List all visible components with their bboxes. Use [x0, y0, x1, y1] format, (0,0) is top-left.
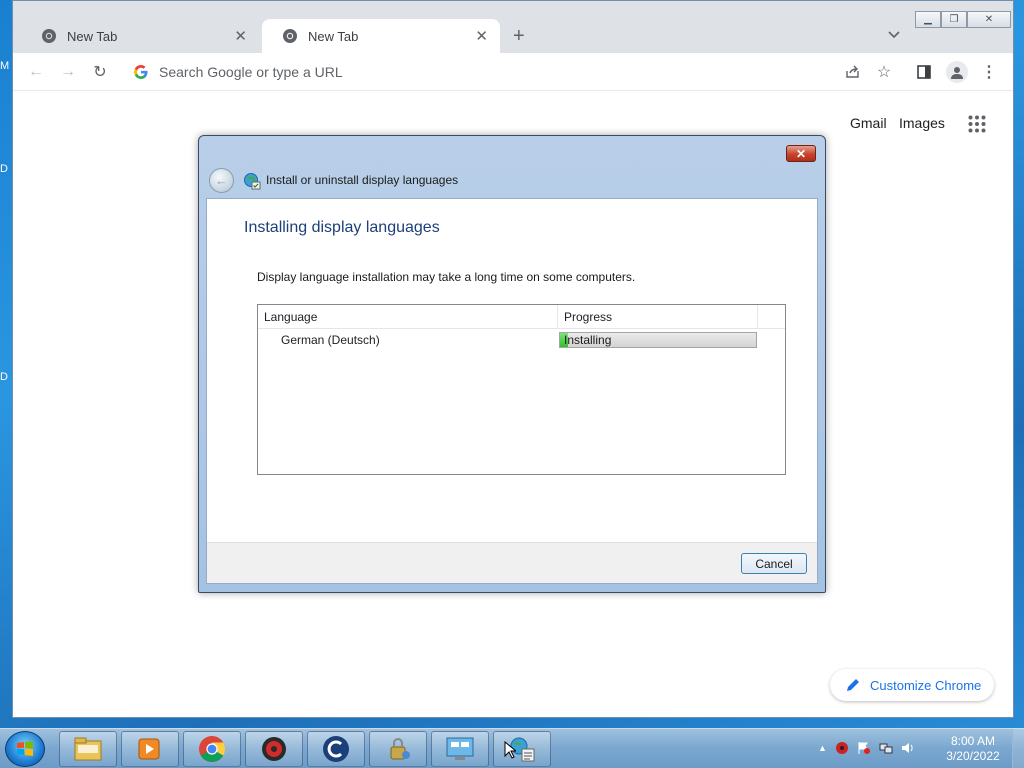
lock-users-icon — [390, 738, 410, 760]
dialog-footer: Cancel — [207, 542, 817, 583]
dialog-heading: Installing display languages — [244, 219, 440, 236]
language-name: German (Deutsch) — [281, 333, 380, 347]
desktop-icon-edge: M — [0, 60, 10, 72]
tab-close-icon[interactable]: ✕ — [475, 27, 488, 45]
volume-icon[interactable] — [901, 741, 915, 755]
back-arrow-icon[interactable]: ← — [209, 168, 234, 193]
tab-new-tab-2[interactable]: New Tab ✕ — [262, 19, 500, 53]
clock-time: 8:00 AM — [950, 734, 996, 748]
cancel-button[interactable]: Cancel — [741, 553, 807, 574]
taskbar-user-accounts[interactable] — [369, 731, 427, 767]
system-clock[interactable]: 8:00 AM 3/20/2022 — [940, 734, 1006, 764]
window-controls: ▁ ❐ ✕ — [915, 11, 1011, 28]
google-apps-icon[interactable] — [968, 115, 986, 133]
network-icon[interactable] — [879, 741, 893, 755]
customize-chrome-label: Customize Chrome — [870, 677, 982, 693]
browser-toolbar: ← → ↻ Search Google or type a URL ☆ ⋮ — [13, 53, 1013, 91]
omnibox[interactable]: Search Google or type a URL — [123, 57, 883, 87]
dialog-close-button[interactable]: ✕ — [786, 145, 816, 162]
side-panel-icon[interactable] — [915, 63, 933, 81]
kebab-menu-icon[interactable]: ⋮ — [980, 63, 998, 81]
progress-status: Installing — [564, 333, 612, 347]
shield-gear-icon — [262, 737, 286, 761]
tab-title: New Tab — [308, 28, 359, 44]
images-link[interactable]: Images — [899, 115, 945, 131]
show-desktop-button[interactable] — [1012, 729, 1024, 768]
start-button[interactable] — [5, 731, 45, 767]
tab-search-chevron-icon[interactable] — [887, 28, 901, 42]
control-panel-icon — [446, 737, 474, 760]
new-tab-button[interactable]: + — [513, 25, 525, 47]
profile-avatar-icon[interactable] — [946, 61, 968, 83]
column-header-language[interactable]: Language — [258, 305, 558, 328]
progress-cell: Installing — [558, 331, 758, 349]
customize-chrome-button[interactable]: Customize Chrome — [830, 669, 994, 701]
reload-icon[interactable]: ↻ — [89, 61, 111, 83]
chrome-icon — [199, 736, 226, 763]
chrome-favicon-icon — [283, 29, 297, 43]
list-header: Language Progress — [258, 305, 785, 329]
chrome-favicon-icon — [42, 29, 56, 43]
language-globe-icon — [244, 173, 261, 190]
desktop-icon-edge: D — [0, 163, 8, 175]
taskbar-network-tasks[interactable] — [493, 731, 551, 767]
dialog-description: Display language installation may take a… — [257, 270, 636, 284]
folder-icon — [74, 737, 102, 761]
desktop-icon-edge: D — [0, 371, 8, 383]
minimize-button[interactable]: ▁ — [915, 11, 941, 28]
language-list: Language Progress German (Deutsch) Insta… — [257, 304, 786, 475]
progress-bar: Installing — [559, 332, 757, 348]
taskbar-file-explorer[interactable] — [59, 731, 117, 767]
windows-logo-icon — [17, 741, 33, 756]
restore-button[interactable]: ❐ — [941, 11, 967, 28]
tab-title: New Tab — [67, 28, 118, 44]
security-tray-icon[interactable] — [835, 741, 849, 755]
column-header-progress[interactable]: Progress — [558, 305, 758, 328]
list-item[interactable]: German (Deutsch) Installing — [258, 329, 785, 351]
system-tray: ▲ — [818, 741, 915, 755]
dialog-window-title: Install or uninstall display languages — [266, 173, 459, 187]
taskbar-media-player[interactable] — [121, 731, 179, 767]
google-g-icon — [134, 65, 148, 79]
dialog-content: Installing display languages Display lan… — [206, 198, 818, 584]
bookmark-star-icon[interactable]: ☆ — [875, 63, 893, 81]
media-player-icon — [138, 738, 160, 760]
share-icon[interactable] — [844, 63, 862, 81]
clock-date: 3/20/2022 — [946, 749, 1000, 763]
omnibox-placeholder: Search Google or type a URL — [159, 64, 343, 80]
action-center-flag-icon[interactable] — [857, 741, 871, 755]
window-close-button[interactable]: ✕ — [967, 11, 1011, 28]
tab-close-icon[interactable]: ✕ — [234, 27, 247, 45]
taskbar-chrome[interactable] — [183, 731, 241, 767]
back-arrow-icon[interactable]: ← — [25, 61, 47, 83]
taskbar-security-app[interactable] — [245, 731, 303, 767]
install-languages-dialog: ✕ ← Install or uninstall display languag… — [198, 135, 826, 593]
forward-arrow-icon[interactable]: → — [57, 61, 79, 83]
tab-strip: New Tab ✕ New Tab ✕ + ▁ ❐ ✕ — [13, 1, 1013, 53]
tab-new-tab-1[interactable]: New Tab ✕ — [21, 19, 259, 53]
gmail-link[interactable]: Gmail — [850, 115, 887, 131]
taskbar-ccleaner[interactable] — [307, 731, 365, 767]
mouse-cursor-icon — [504, 741, 516, 759]
ccleaner-icon — [323, 736, 349, 762]
show-hidden-icons-icon[interactable]: ▲ — [818, 743, 827, 753]
taskbar-control-panel[interactable] — [431, 731, 489, 767]
pencil-icon — [847, 679, 859, 691]
